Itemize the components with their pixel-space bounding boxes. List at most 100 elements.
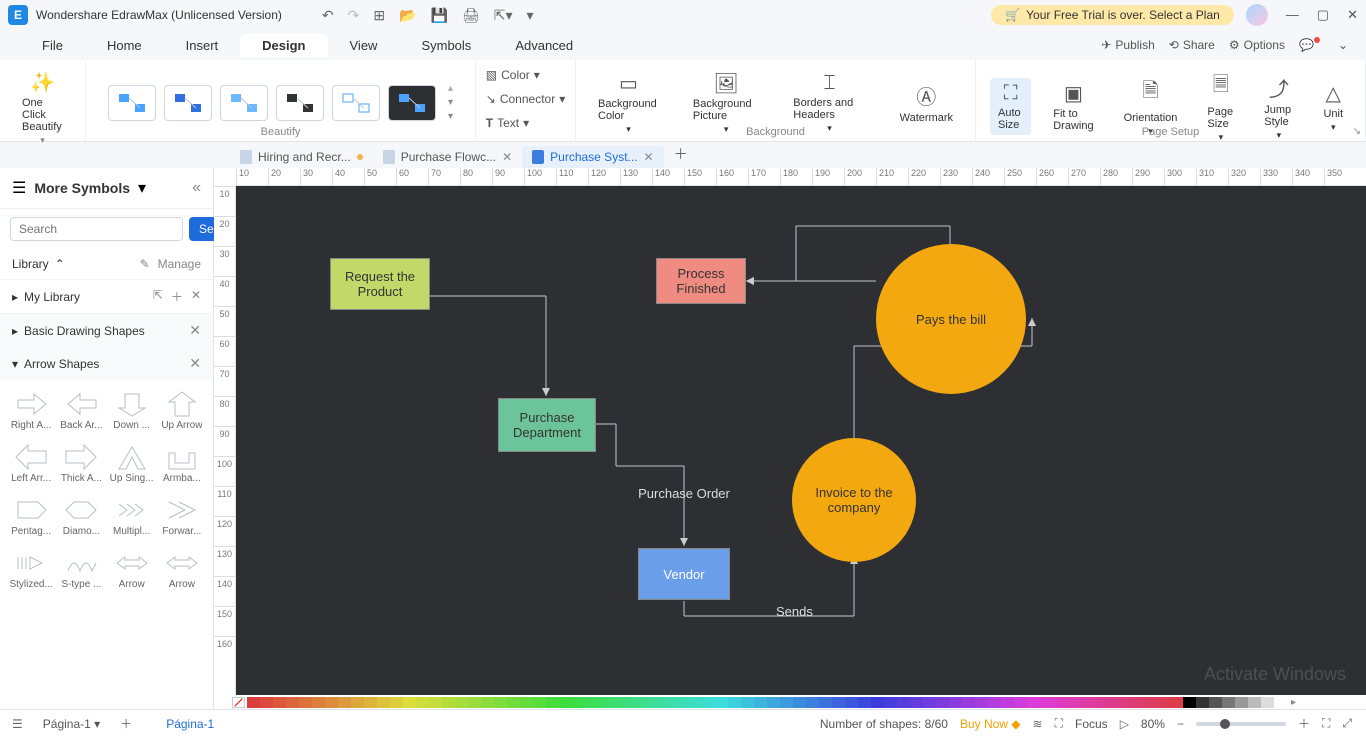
color-swatch[interactable] <box>689 697 702 708</box>
menu-file[interactable]: File <box>20 34 85 57</box>
pages-menu-icon[interactable]: ☰ <box>12 717 23 731</box>
color-swatch[interactable] <box>676 697 689 708</box>
arrow-shape-item[interactable]: Down ... <box>109 386 155 435</box>
color-swatch[interactable] <box>416 697 429 708</box>
style-preset-5[interactable] <box>332 85 380 121</box>
background-color-button[interactable]: ▭Background Color▾ <box>590 67 667 139</box>
color-swatch[interactable] <box>806 697 819 708</box>
fullscreen-icon[interactable]: ⤢ <box>1342 716 1352 731</box>
edit-library-icon[interactable]: ✎ <box>140 257 150 271</box>
style-preset-6[interactable] <box>388 85 436 121</box>
color-swatch[interactable] <box>637 697 650 708</box>
style-preset-3[interactable] <box>220 85 268 121</box>
connector-button[interactable]: ↘ Connector ▾ <box>482 90 569 108</box>
arrow-shape-item[interactable]: Armba... <box>159 439 205 488</box>
menu-view[interactable]: View <box>328 34 400 57</box>
color-swatch[interactable] <box>884 697 897 708</box>
doc-tab-hiring[interactable]: Hiring and Recr... <box>230 146 373 168</box>
color-swatch[interactable] <box>702 697 715 708</box>
unit-button[interactable]: △Unit▾ <box>1315 77 1351 137</box>
menu-design[interactable]: Design <box>240 34 327 57</box>
color-swatch[interactable] <box>741 697 754 708</box>
fit-page-icon[interactable]: ⛶ <box>1322 716 1330 731</box>
color-swatch[interactable] <box>1209 697 1222 708</box>
close-tab-icon[interactable]: ✕ <box>644 150 654 164</box>
color-swatch[interactable] <box>858 697 871 708</box>
more-colors-icon[interactable]: ▸ <box>1291 697 1296 708</box>
color-swatch[interactable] <box>962 697 975 708</box>
export-lib-icon[interactable]: ⇱ <box>153 288 163 305</box>
color-swatch[interactable] <box>910 697 923 708</box>
color-swatch[interactable] <box>364 697 377 708</box>
color-swatch[interactable] <box>1131 697 1144 708</box>
color-swatch[interactable] <box>650 697 663 708</box>
color-swatch[interactable] <box>260 697 273 708</box>
layers-icon[interactable]: ≋ <box>1033 717 1043 731</box>
doc-tab-purchase-system[interactable]: Purchase Syst... ✕ <box>522 146 663 168</box>
color-swatch[interactable] <box>1274 697 1287 708</box>
color-swatch[interactable] <box>325 697 338 708</box>
minimize-icon[interactable]: — <box>1286 7 1299 23</box>
color-swatch[interactable] <box>1222 697 1235 708</box>
fit-drawing-button[interactable]: ▣Fit to Drawing <box>1045 77 1101 136</box>
color-swatch[interactable] <box>1053 697 1066 708</box>
style-preset-1[interactable] <box>108 85 156 121</box>
color-swatch[interactable] <box>767 697 780 708</box>
color-swatch[interactable] <box>351 697 364 708</box>
jump-style-button[interactable]: ⤴Jump Style▾ <box>1256 69 1301 145</box>
menu-insert[interactable]: Insert <box>164 34 241 57</box>
zoom-level[interactable]: 80% <box>1141 717 1165 731</box>
color-palette-bar[interactable]: ▸ <box>214 695 1366 709</box>
publish-button[interactable]: ✈ Publish <box>1101 38 1154 52</box>
color-swatch[interactable] <box>780 697 793 708</box>
shape-purchase-dept[interactable]: Purchase Department <box>498 398 596 452</box>
presentation-icon[interactable]: ▷ <box>1120 717 1129 731</box>
one-click-beautify-button[interactable]: ✨ One Click Beautify ▾ <box>14 66 71 150</box>
library-label[interactable]: Library <box>12 257 49 271</box>
arrow-shape-item[interactable]: Thick A... <box>58 439 104 488</box>
doc-tab-purchase-flow[interactable]: Purchase Flowc... ✕ <box>373 146 522 168</box>
export-icon[interactable]: ⇱▾ <box>494 7 513 24</box>
color-swatch[interactable] <box>520 697 533 708</box>
color-swatch[interactable] <box>286 697 299 708</box>
color-swatch[interactable] <box>819 697 832 708</box>
color-swatch[interactable] <box>533 697 546 708</box>
color-swatch[interactable] <box>1014 697 1027 708</box>
color-swatch[interactable] <box>468 697 481 708</box>
color-swatch[interactable] <box>793 697 806 708</box>
style-preset-4[interactable] <box>276 85 324 121</box>
color-swatch[interactable] <box>338 697 351 708</box>
add-page-icon[interactable]: ＋ <box>120 715 132 732</box>
arrow-shape-item[interactable]: Up Sing... <box>109 439 155 488</box>
arrow-shape-item[interactable]: Pentag... <box>8 492 54 541</box>
my-library-label[interactable]: My Library <box>24 290 80 304</box>
arrow-shape-item[interactable]: S-type ... <box>58 545 104 594</box>
color-swatch[interactable] <box>936 697 949 708</box>
color-swatch[interactable] <box>585 697 598 708</box>
manage-library-button[interactable]: Manage <box>158 257 201 271</box>
zoom-out-icon[interactable]: − <box>1177 717 1184 731</box>
remove-lib-icon[interactable]: ✕ <box>191 288 201 305</box>
color-swatch[interactable] <box>403 697 416 708</box>
color-swatch[interactable] <box>390 697 403 708</box>
shape-invoice[interactable]: Invoice to the company <box>792 438 916 562</box>
buy-now-button[interactable]: Buy Now ◆ <box>960 717 1021 731</box>
shape-request[interactable]: Request the Product <box>330 258 430 310</box>
color-swatch[interactable] <box>559 697 572 708</box>
color-swatch[interactable] <box>1183 697 1196 708</box>
arrow-shape-item[interactable]: Diamo... <box>58 492 104 541</box>
color-swatch[interactable] <box>546 697 559 708</box>
chevron-down-icon[interactable]: ▾ <box>138 178 146 198</box>
color-swatch[interactable] <box>975 697 988 708</box>
print-icon[interactable]: 🖨 <box>462 7 480 24</box>
style-scroll-down-icon[interactable]: ▾ <box>448 97 453 108</box>
focus-mode-icon[interactable]: ⛶ <box>1055 716 1063 731</box>
style-gallery-expand-icon[interactable]: ▾ <box>448 111 453 122</box>
canvas[interactable]: Request the Product Process Finished Pay… <box>236 186 1366 695</box>
open-icon[interactable]: 📂 <box>399 7 416 24</box>
color-swatch[interactable] <box>455 697 468 708</box>
redo-icon[interactable]: ↷ <box>348 7 360 24</box>
arrow-shape-item[interactable]: Stylized... <box>8 545 54 594</box>
color-swatch[interactable] <box>273 697 286 708</box>
active-page-label[interactable]: Página-1 <box>166 717 214 731</box>
